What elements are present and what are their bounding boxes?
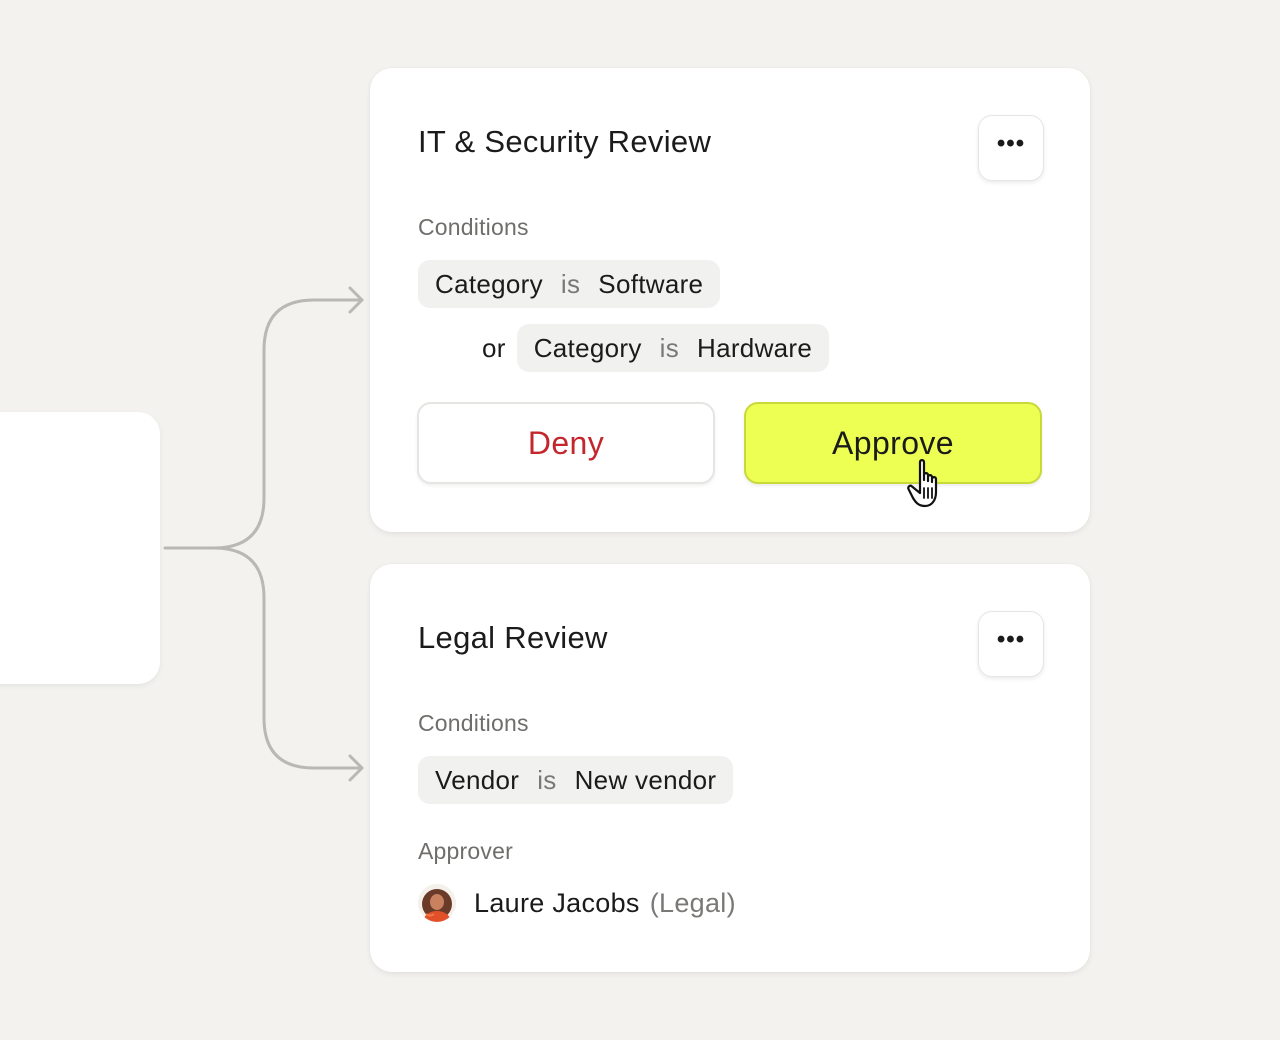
- approver-role: (Legal): [649, 887, 736, 918]
- condition-row: Category is Software: [418, 260, 721, 308]
- condition-row: Vendor is New vendor: [418, 756, 734, 804]
- more-horizontal-icon: •••: [996, 130, 1026, 157]
- conditions-label: Conditions: [418, 214, 529, 240]
- approver-label: Approver: [418, 838, 513, 864]
- more-options-button[interactable]: •••: [978, 611, 1044, 677]
- condition-chip[interactable]: Category is Software: [418, 260, 721, 308]
- more-options-button[interactable]: •••: [978, 115, 1044, 181]
- condition-value: New vendor: [574, 764, 717, 795]
- avatar: [418, 884, 456, 922]
- condition-operator: is: [537, 764, 557, 795]
- approve-button[interactable]: Approve: [744, 402, 1042, 484]
- arrow-right-icon: [348, 286, 364, 314]
- it-security-review-card: IT & Security Review ••• Conditions Cate…: [370, 68, 1090, 532]
- condition-value: Hardware: [697, 332, 813, 363]
- legal-review-card: Legal Review ••• Conditions Vendor is Ne…: [370, 564, 1090, 972]
- connector-path-lower: [212, 546, 364, 770]
- condition-chip[interactable]: Vendor is New vendor: [418, 756, 734, 804]
- card-title: IT & Security Review: [418, 124, 712, 159]
- conditions-label: Conditions: [418, 710, 529, 736]
- connector-path-upper: [163, 298, 364, 550]
- card-title: Legal Review: [418, 620, 608, 655]
- condition-row: or Category is Hardware: [482, 324, 830, 372]
- condition-chip[interactable]: Category is Hardware: [516, 324, 830, 372]
- condition-operator: is: [560, 268, 581, 299]
- condition-field: Category: [533, 332, 642, 363]
- deny-button[interactable]: Deny: [417, 402, 715, 484]
- condition-field: Category: [435, 268, 543, 299]
- source-node[interactable]: [0, 412, 160, 684]
- more-horizontal-icon: •••: [996, 626, 1026, 653]
- condition-operator: is: [659, 332, 680, 363]
- arrow-right-icon: [348, 754, 364, 782]
- approver-name: Laure Jacobs: [474, 887, 640, 918]
- condition-connector: or: [482, 332, 506, 363]
- condition-value: Software: [598, 268, 704, 299]
- approver-row: Laure Jacobs (Legal): [418, 884, 736, 922]
- condition-field: Vendor: [435, 764, 520, 795]
